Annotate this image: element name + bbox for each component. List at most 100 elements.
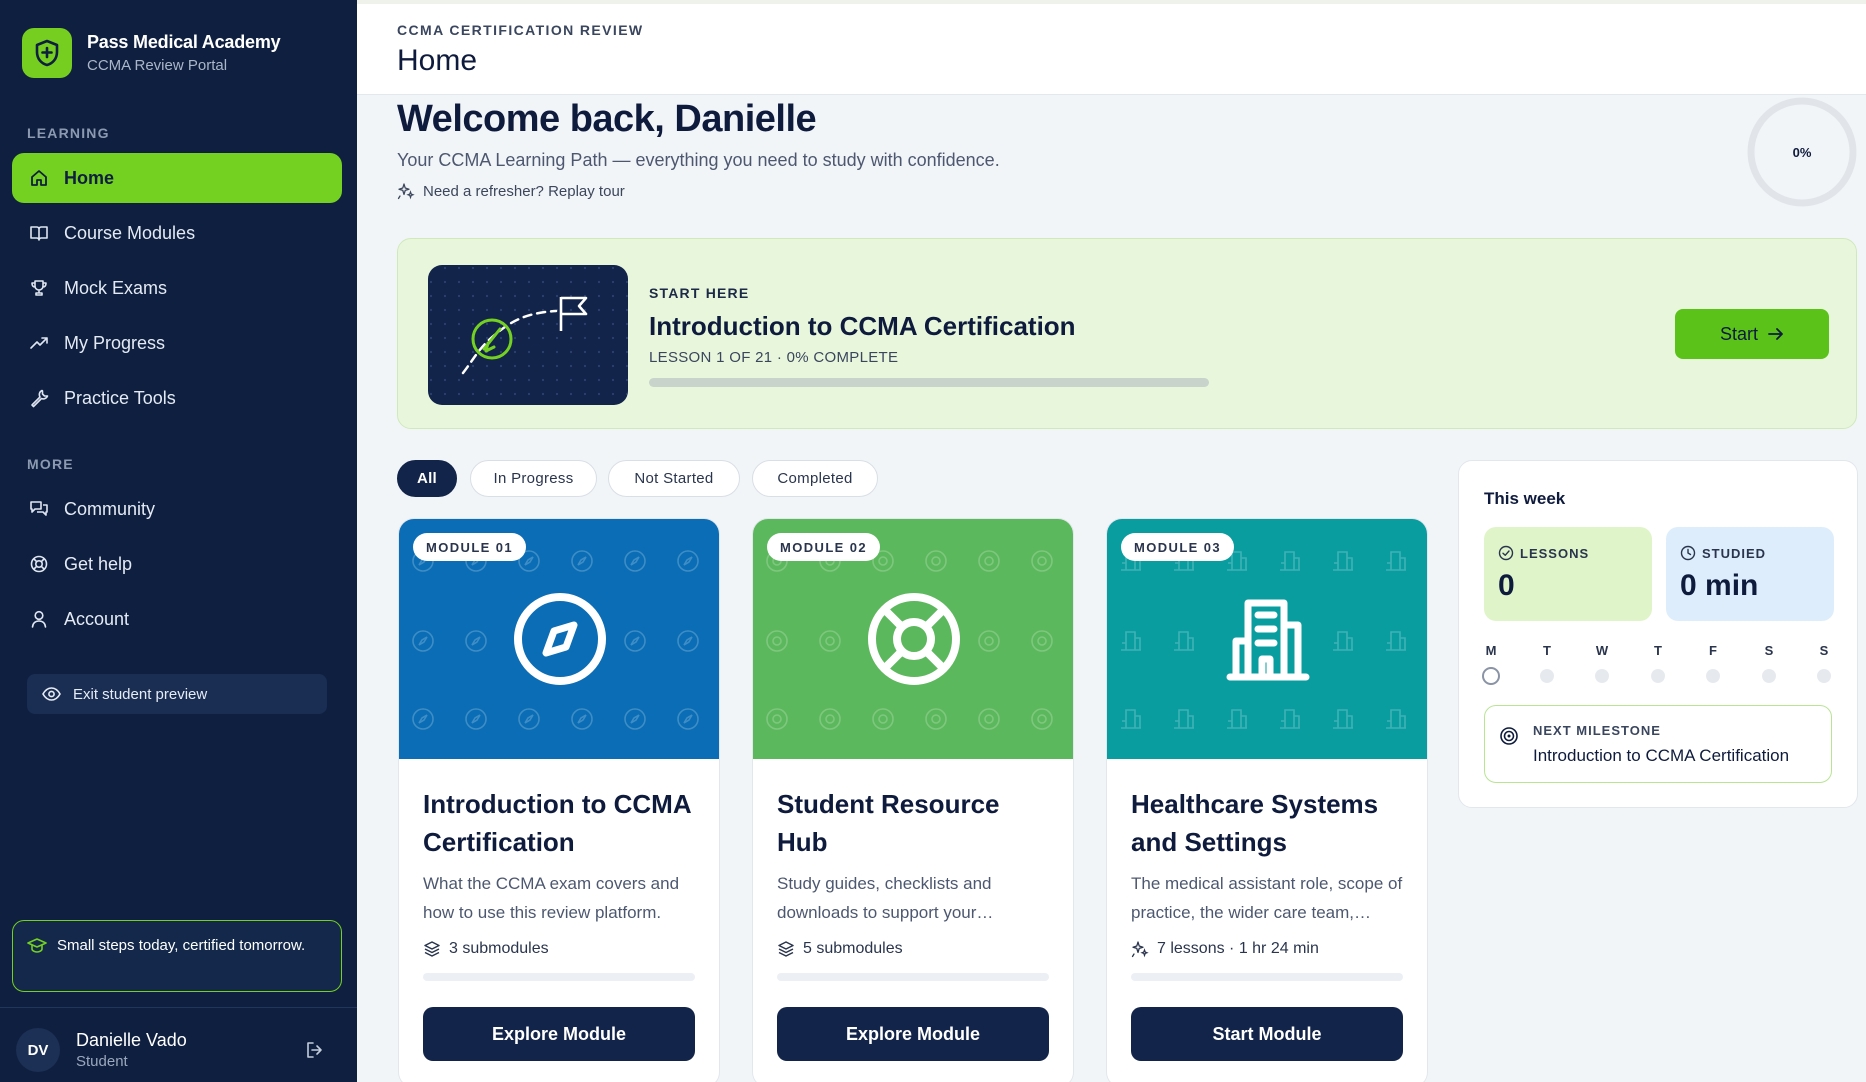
module-card-banner: MODULE 01 bbox=[399, 519, 719, 759]
brand-name: Pass Medical Academy bbox=[87, 32, 281, 52]
avatar: DV bbox=[16, 1028, 60, 1072]
module-title: Healthcare Systems and Settings bbox=[1131, 789, 1379, 857]
sidebar-item-label: Course Modules bbox=[64, 222, 196, 243]
module-card-02: MODULE 02 Student Resource Hub Study gui… bbox=[752, 518, 1074, 1082]
day-dot bbox=[1651, 669, 1665, 683]
day-label-thu: T bbox=[1654, 643, 1662, 658]
sidebar-item-label: Mock Exams bbox=[64, 277, 168, 298]
exit-preview-button[interactable]: Exit student preview bbox=[27, 674, 327, 714]
compass-icon bbox=[510, 589, 610, 689]
day-label-fri: F bbox=[1709, 643, 1717, 658]
sparkle-icon bbox=[397, 182, 415, 200]
trending-up-icon bbox=[28, 332, 50, 354]
sidebar-item-practice-tools[interactable]: Practice Tools bbox=[12, 373, 342, 423]
sidebar-item-label: Get help bbox=[64, 553, 133, 574]
brand[interactable]: Pass Medical Academy CCMA Review Portal bbox=[22, 28, 281, 78]
start-button[interactable]: Start bbox=[1675, 309, 1829, 359]
trophy-icon bbox=[28, 277, 50, 299]
studied-value: 0 min bbox=[1680, 569, 1759, 602]
day-label-sun: S bbox=[1819, 643, 1829, 658]
sidebar-divider bbox=[0, 1007, 357, 1008]
module-card-01: MODULE 01 Introduction to CCMA Certifica… bbox=[398, 518, 720, 1082]
explore-module-button[interactable]: Explore Module bbox=[777, 1007, 1049, 1061]
sidebar-item-course-modules[interactable]: Course Modules bbox=[12, 208, 342, 258]
day-dot bbox=[1595, 669, 1609, 683]
day-label-tue: T bbox=[1543, 643, 1551, 658]
header-eyebrow: CCMA CERTIFICATION REVIEW bbox=[397, 22, 644, 38]
filter-completed[interactable]: Completed bbox=[752, 460, 878, 497]
user-role: Student bbox=[76, 1053, 128, 1070]
replay-tour-link[interactable]: Need a refresher? Replay tour bbox=[397, 182, 625, 200]
book-icon bbox=[28, 222, 50, 244]
sidebar: Pass Medical Academy CCMA Review Portal … bbox=[0, 0, 357, 1082]
next-milestone[interactable]: NEXT MILESTONE Introduction to CCMA Cert… bbox=[1484, 705, 1832, 783]
day-label-mon: M bbox=[1485, 643, 1497, 658]
lessons-label: LESSONS bbox=[1520, 545, 1590, 561]
filter-in-progress[interactable]: In Progress bbox=[470, 460, 597, 497]
nav-section-more: MORE bbox=[27, 456, 74, 472]
building-icon bbox=[1218, 589, 1318, 689]
hero-eyebrow: START HERE bbox=[649, 285, 750, 301]
page-title: Home bbox=[397, 44, 478, 77]
graduation-cap-icon bbox=[27, 938, 47, 954]
sidebar-item-home[interactable]: Home bbox=[12, 153, 342, 203]
module-description: The medical assistant role, scope of pra… bbox=[1131, 874, 1403, 922]
tip-text: Small steps today, certified tomorrow. bbox=[57, 937, 306, 954]
day-dot bbox=[1762, 669, 1776, 683]
clock-icon bbox=[1680, 545, 1696, 561]
module-badge: MODULE 03 bbox=[1121, 533, 1235, 561]
eye-icon bbox=[42, 687, 61, 701]
lessons-stat: LESSONS 0 bbox=[1484, 527, 1652, 621]
module-meta-text: 3 submodules bbox=[449, 940, 549, 957]
sparkle-icon bbox=[1131, 940, 1149, 958]
module-meta-text: 7 lessons · 1 hr 24 min bbox=[1157, 940, 1319, 957]
module-card-03: MODULE 03 Healthcare Systems and Setting… bbox=[1106, 518, 1428, 1082]
nav-section-learning: LEARNING bbox=[27, 125, 110, 141]
sidebar-item-label: Community bbox=[64, 498, 156, 519]
shield-plus-icon bbox=[22, 28, 72, 78]
day-label-sat: S bbox=[1764, 643, 1774, 658]
module-description: Study guides, checklists and downloads t… bbox=[777, 874, 994, 922]
chat-icon bbox=[28, 498, 50, 520]
sidebar-item-get-help[interactable]: Get help bbox=[12, 539, 342, 589]
overall-progress-label: 0% bbox=[1792, 144, 1812, 160]
module-description: What the CCMA exam covers and how to use… bbox=[423, 874, 680, 922]
motivation-tip: Small steps today, certified tomorrow. bbox=[12, 920, 342, 992]
day-dot bbox=[1706, 669, 1720, 683]
explore-module-button[interactable]: Explore Module bbox=[423, 1007, 695, 1061]
module-meta: 3 submodules bbox=[423, 940, 549, 958]
sidebar-item-my-progress[interactable]: My Progress bbox=[12, 318, 342, 368]
filter-not-started[interactable]: Not Started bbox=[608, 460, 740, 497]
user-profile[interactable]: DV Danielle Vado Student bbox=[16, 1028, 187, 1072]
sidebar-item-mock-exams[interactable]: Mock Exams bbox=[12, 263, 342, 313]
replay-tour-label: Need a refresher? Replay tour bbox=[423, 182, 625, 200]
sidebar-item-account[interactable]: Account bbox=[12, 594, 342, 644]
module-progress-bar bbox=[423, 973, 695, 981]
logout-icon[interactable] bbox=[305, 1040, 325, 1060]
sidebar-item-label: Practice Tools bbox=[64, 387, 176, 408]
module-title: Student Resource Hub bbox=[777, 789, 1000, 857]
filter-all[interactable]: All bbox=[397, 460, 457, 497]
brand-subtitle: CCMA Review Portal bbox=[87, 57, 228, 74]
milestone-label: NEXT MILESTONE bbox=[1533, 723, 1661, 738]
module-title: Introduction to CCMA Certification bbox=[423, 789, 691, 857]
studied-label: STUDIED bbox=[1702, 545, 1767, 561]
welcome-subtitle: Your CCMA Learning Path — everything you… bbox=[397, 150, 1000, 170]
page-header: CCMA CERTIFICATION REVIEW Home bbox=[357, 0, 1866, 95]
sidebar-item-label: My Progress bbox=[64, 332, 166, 353]
user-name: Danielle Vado bbox=[76, 1030, 187, 1050]
start-here-banner: START HERE Introduction to CCMA Certific… bbox=[397, 238, 1857, 429]
layers-icon bbox=[777, 940, 795, 958]
sidebar-item-community[interactable]: Community bbox=[12, 484, 342, 534]
lifebuoy-icon bbox=[864, 589, 964, 689]
welcome-title: Welcome back, Danielle bbox=[397, 98, 817, 140]
exit-preview-label: Exit student preview bbox=[73, 685, 208, 703]
target-icon bbox=[1499, 726, 1519, 746]
module-meta: 7 lessons · 1 hr 24 min bbox=[1131, 940, 1319, 958]
lifebuoy-icon bbox=[28, 553, 50, 575]
studied-stat: STUDIED 0 min bbox=[1666, 527, 1834, 621]
module-progress-bar bbox=[777, 973, 1049, 981]
sidebar-item-label: Home bbox=[64, 167, 115, 188]
start-module-button[interactable]: Start Module bbox=[1131, 1007, 1403, 1061]
user-icon bbox=[28, 608, 50, 630]
